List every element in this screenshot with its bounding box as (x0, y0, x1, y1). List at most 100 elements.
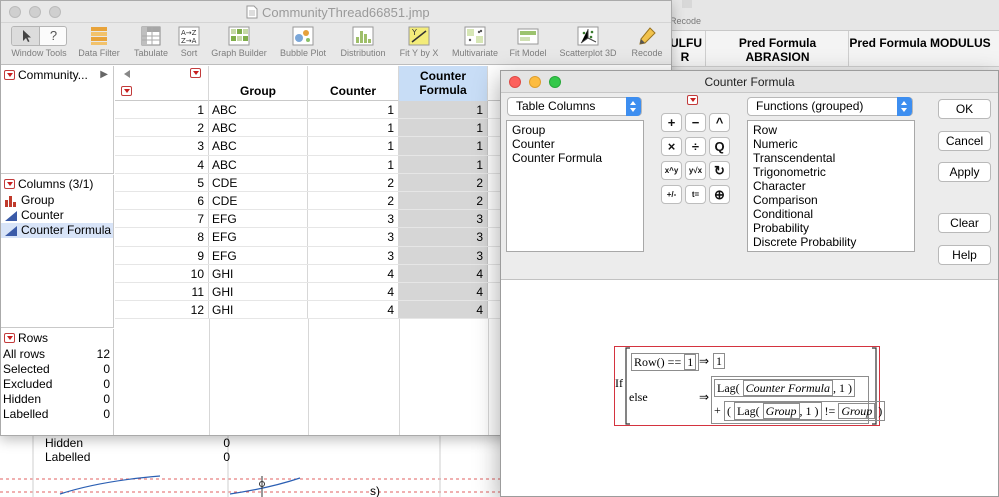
cell-group[interactable]: EFG (209, 246, 308, 264)
cell-counter-formula[interactable]: 1 (399, 137, 488, 155)
functions-list[interactable]: Row Numeric Transcendental Trigonometric… (747, 120, 915, 252)
row-number[interactable]: 7 (115, 210, 209, 228)
cell-counter-formula[interactable]: 1 (399, 155, 488, 173)
red-triangle-menu-icon[interactable] (4, 333, 15, 343)
table-columns-popup[interactable]: Table Columns (507, 97, 642, 116)
cell-group[interactable]: ABC (209, 119, 308, 137)
keypad-multiply-button[interactable]: × (661, 137, 682, 156)
fit-y-by-x-button[interactable]: Y Fit Y by X (394, 26, 444, 59)
list-item[interactable]: Counter Formula (512, 151, 643, 165)
cell-counter[interactable]: 1 (308, 119, 399, 137)
background-column-header[interactable]: Pred Formula ABRASION (710, 36, 845, 64)
red-triangle-menu-icon[interactable] (190, 68, 201, 78)
minimize-window-button[interactable] (29, 6, 41, 18)
cell-counter-formula[interactable]: 3 (399, 210, 488, 228)
list-item[interactable]: Conditional (753, 207, 914, 221)
keypad-plus-button[interactable]: + (661, 113, 682, 132)
row-number[interactable]: 3 (115, 137, 209, 155)
list-item[interactable]: Probability (753, 221, 914, 235)
cell-counter[interactable]: 4 (308, 301, 399, 319)
cell-group[interactable]: EFG (209, 210, 308, 228)
column-item-counter[interactable]: Counter (1, 208, 113, 223)
cell-counter[interactable]: 4 (308, 283, 399, 301)
red-triangle-menu-icon[interactable] (4, 179, 15, 189)
list-item[interactable]: Character (753, 179, 914, 193)
row-number[interactable]: 5 (115, 173, 209, 191)
cell-counter[interactable]: 1 (308, 137, 399, 155)
window-tools-button[interactable]: ? Window Tools (7, 26, 71, 59)
list-item[interactable]: Comparison (753, 193, 914, 207)
table-columns-list[interactable]: Group Counter Counter Formula (506, 120, 644, 252)
row-number[interactable]: 10 (115, 264, 209, 282)
window-tools-segmented-control[interactable]: ? (11, 26, 67, 46)
cell-counter-formula[interactable]: 4 (399, 301, 488, 319)
formula-editor-area[interactable]: If Row() == 1 ⇒ 1 else ⇒ Lag( Counter Fo… (501, 279, 998, 496)
sort-button[interactable]: A→Z Z→A Sort (175, 26, 203, 59)
column-item-group[interactable]: Group (1, 193, 113, 208)
list-item[interactable]: Row (753, 123, 914, 137)
row-number[interactable]: 9 (115, 246, 209, 264)
ok-button[interactable]: OK (938, 99, 991, 119)
help-button[interactable]: Help (938, 245, 991, 265)
group-ref[interactable]: Group (762, 403, 800, 419)
comparison-expression[interactable]: ( Lag( Group, 1 ) != Group ) (724, 401, 886, 421)
graph-builder-button[interactable]: Graph Builder (205, 26, 273, 59)
if-keyword[interactable]: If (615, 376, 623, 391)
cell-counter-formula[interactable]: 4 (399, 283, 488, 301)
apply-button[interactable]: Apply (938, 162, 991, 182)
keypad-swap-button[interactable]: ↻ (709, 161, 730, 180)
column-header-group[interactable]: Group (209, 66, 308, 101)
cell-counter-formula[interactable]: 3 (399, 246, 488, 264)
cell-group[interactable]: ABC (209, 137, 308, 155)
cell-counter-formula[interactable]: 2 (399, 192, 488, 210)
bubble-plot-button[interactable]: Bubble Plot (275, 26, 331, 59)
else-keyword[interactable]: else (629, 390, 648, 405)
multivariate-button[interactable]: Multivariate (447, 26, 503, 59)
then-value[interactable]: 1 (713, 353, 725, 369)
list-item[interactable]: Transcendental (753, 151, 914, 165)
row-number[interactable]: 2 (115, 119, 209, 137)
cell-counter-formula[interactable]: 1 (399, 101, 488, 119)
functions-popup[interactable]: Functions (grouped) (747, 97, 913, 116)
keypad-x-power-y-button[interactable]: x^y (661, 161, 682, 180)
keypad-local-variable-button[interactable]: t= (685, 185, 706, 204)
background-recode-label[interactable]: Recode (670, 16, 701, 26)
keypad-power-button[interactable]: ^ (709, 113, 730, 132)
cell-group[interactable]: ABC (209, 155, 308, 173)
row-number[interactable]: 6 (115, 192, 209, 210)
cell-group[interactable]: CDE (209, 173, 308, 191)
keypad-divide-button[interactable]: ÷ (685, 137, 706, 156)
keypad-minus-button[interactable]: − (685, 113, 706, 132)
close-window-button[interactable] (9, 6, 21, 18)
cell-counter-formula[interactable]: 1 (399, 119, 488, 137)
disclosure-arrow-icon[interactable]: ▶ (100, 66, 108, 84)
column-header-counter-formula[interactable]: Counter Formula (399, 66, 488, 101)
red-triangle-menu-icon[interactable] (687, 95, 698, 105)
cell-counter[interactable]: 2 (308, 173, 399, 191)
row-number-header[interactable] (115, 66, 209, 101)
data-table-titlebar[interactable]: CommunityThread66851.jmp (1, 1, 671, 23)
cell-group[interactable]: EFG (209, 228, 308, 246)
cell-counter[interactable]: 1 (308, 155, 399, 173)
recode-button[interactable]: Recode (626, 26, 668, 59)
data-filter-button[interactable]: Data Filter (74, 26, 124, 59)
cell-group[interactable]: CDE (209, 192, 308, 210)
lag-expression-1[interactable]: Lag( Counter Formula, 1 ) (714, 379, 855, 397)
cell-group[interactable]: ABC (209, 101, 308, 119)
cell-counter-formula[interactable]: 3 (399, 228, 488, 246)
keypad-peel-button[interactable]: Q (709, 137, 730, 156)
group-ref[interactable]: Group (838, 403, 876, 419)
cell-counter[interactable]: 4 (308, 264, 399, 282)
list-item[interactable]: Discrete Probability (753, 235, 914, 249)
row-number[interactable]: 8 (115, 228, 209, 246)
background-column-header[interactable]: ULFU R (670, 36, 702, 64)
list-item[interactable]: Group (512, 123, 643, 137)
help-tool-icon[interactable]: ? (40, 27, 66, 45)
dialog-titlebar[interactable]: Counter Formula (501, 71, 998, 93)
condition-expression[interactable]: Row() == 1 (631, 353, 700, 371)
cell-counter[interactable]: 1 (308, 101, 399, 119)
left-arrow-icon[interactable] (123, 69, 131, 79)
fit-model-button[interactable]: Fit Model (506, 26, 550, 59)
cell-counter[interactable]: 2 (308, 192, 399, 210)
constant-one[interactable]: 1 (713, 353, 725, 369)
